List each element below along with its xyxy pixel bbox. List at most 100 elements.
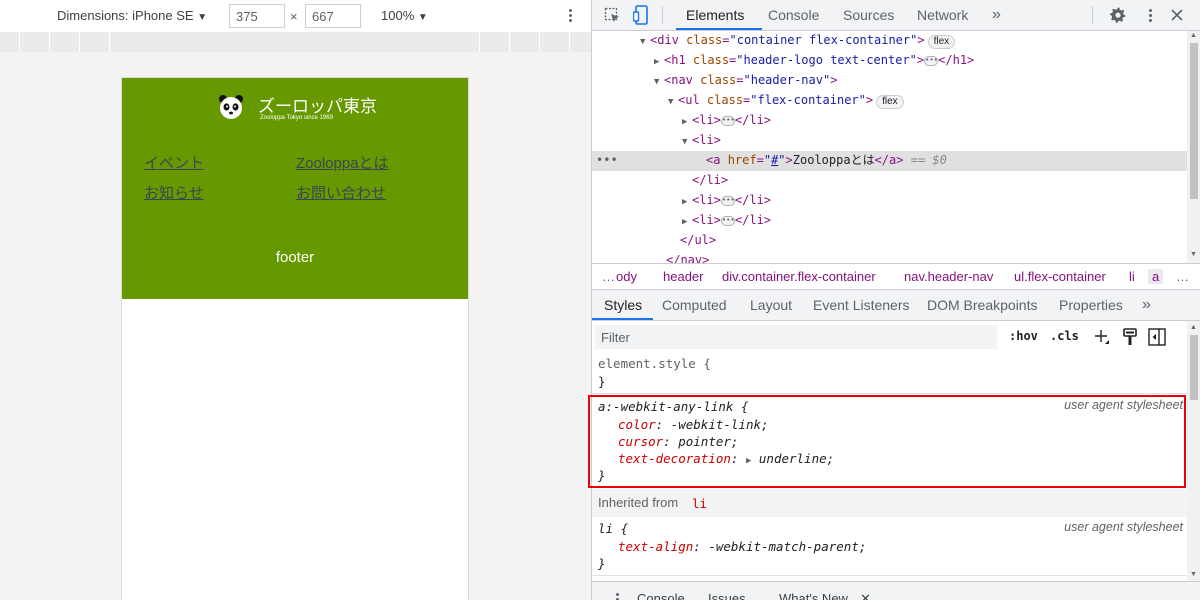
dom-scrollbar[interactable]: ▲ ▼ (1187, 31, 1200, 263)
nav-link-about[interactable]: Zooloppaとは (296, 152, 389, 173)
device-select[interactable]: Dimensions: iPhone SE ▼ (57, 8, 207, 23)
drawer-tab-issues[interactable]: Issues (708, 591, 746, 600)
inherited-tag-link[interactable]: li (692, 496, 707, 511)
nav-link-contact[interactable]: お問い合わせ (296, 182, 386, 203)
dom-node-ul-close[interactable]: </ul> (592, 231, 1187, 251)
breadcrumb-body[interactable]: ody (616, 269, 637, 284)
tab-sources[interactable]: Sources (843, 0, 894, 30)
dom-node-ul[interactable]: ▼ <ul class="flex-container"> flex (592, 91, 1187, 111)
dom-node-div[interactable]: ▼ <div class="container flex-container"> f… (592, 31, 1187, 51)
ruler-segment[interactable] (20, 32, 50, 52)
dom-node-li[interactable]: ▶ <li>•••</li> (592, 191, 1187, 211)
settings-gear-icon[interactable] (1109, 6, 1127, 24)
css-property[interactable]: text-decoration: ▶ underline; (618, 450, 834, 470)
expand-triangle-icon[interactable]: ▶ (682, 213, 692, 231)
rule-selector[interactable]: a:-webkit-any-link { (598, 398, 749, 415)
expand-triangle-icon[interactable]: ▼ (668, 93, 678, 111)
element-style-selector[interactable]: element.style { (598, 355, 711, 372)
tab-layout[interactable]: Layout (750, 290, 792, 320)
scroll-up-icon[interactable]: ▲ (1190, 324, 1197, 331)
expand-triangle-icon[interactable]: ▶ (682, 113, 692, 131)
css-property[interactable]: cursor: pointer; (618, 433, 738, 450)
ruler-segment[interactable] (480, 32, 510, 52)
flex-badge[interactable]: flex (876, 95, 904, 109)
expand-triangle-icon[interactable]: ▶ (746, 456, 751, 466)
tab-computed[interactable]: Computed (662, 290, 727, 320)
close-icon[interactable] (1171, 9, 1183, 21)
expand-triangle-icon[interactable]: ▶ (654, 53, 664, 71)
ruler-segment[interactable] (510, 32, 540, 52)
device-toggle-icon[interactable] (633, 5, 649, 25)
tab-console[interactable]: Console (768, 0, 819, 30)
filter-input[interactable] (595, 325, 997, 349)
ruler-segment[interactable] (80, 32, 110, 52)
media-query-ruler[interactable] (0, 32, 591, 52)
tab-properties[interactable]: Properties (1059, 290, 1123, 320)
node-actions-icon[interactable]: ••• (596, 151, 618, 169)
css-property[interactable]: text-align: -webkit-match-parent; (618, 538, 866, 555)
breadcrumb-more[interactable]: … (602, 269, 615, 284)
more-subtabs-button[interactable]: » (1142, 290, 1151, 320)
css-property[interactable]: color: -webkit-link; (618, 416, 769, 433)
scroll-down-icon[interactable]: ▼ (1190, 251, 1197, 258)
tab-elements[interactable]: Elements (686, 0, 744, 30)
hov-button[interactable]: :hov (1009, 329, 1038, 343)
devtools-menu-icon[interactable] (1143, 7, 1157, 25)
zoom-select[interactable]: 100% ▼ (381, 8, 428, 23)
more-tabs-button[interactable]: » (992, 0, 1001, 30)
flex-badge[interactable]: flex (927, 35, 956, 49)
more-options-icon[interactable] (563, 7, 577, 25)
ruler-segment[interactable] (50, 32, 80, 52)
inspect-element-icon[interactable] (604, 7, 621, 24)
dom-node-nav[interactable]: ▼ <nav class="header-nav"> (592, 71, 1187, 91)
dom-node-li-close[interactable]: </li> (592, 171, 1187, 191)
expand-triangle-icon[interactable]: ▶ (682, 193, 692, 211)
paint-brush-icon[interactable] (1122, 328, 1138, 346)
add-rule-icon[interactable] (1094, 329, 1110, 345)
tab-network[interactable]: Network (917, 0, 968, 30)
nav-link-news[interactable]: お知らせ (144, 182, 204, 203)
breadcrumb-a[interactable]: a (1148, 269, 1164, 284)
breadcrumb-more-right[interactable]: … (1176, 269, 1189, 284)
collapsed-ellipsis-icon[interactable]: ••• (720, 115, 735, 126)
tab-event-listeners[interactable]: Event Listeners (813, 290, 910, 320)
breadcrumb-ul[interactable]: ul.flex-container (1014, 269, 1106, 284)
breadcrumb-li[interactable]: li (1129, 269, 1135, 284)
expand-triangle-icon[interactable]: ▼ (682, 133, 692, 151)
breadcrumb-div[interactable]: div.container.flex-container (722, 269, 876, 284)
ruler-segment[interactable] (0, 32, 20, 52)
collapsed-ellipsis-icon[interactable]: ••• (720, 195, 735, 206)
toggle-sidebar-icon[interactable] (1148, 328, 1166, 346)
nav-link-event[interactable]: イベント (144, 152, 204, 173)
tab-dom-breakpoints[interactable]: DOM Breakpoints (927, 290, 1037, 320)
rule-selector[interactable]: li { (598, 520, 628, 537)
drawer-tab-console[interactable]: Console (637, 591, 685, 600)
dom-node-nav-close[interactable]: </nav> (592, 251, 1187, 263)
scroll-down-icon[interactable]: ▼ (1190, 571, 1197, 578)
dom-node-li[interactable]: ▶ <li>•••</li> (592, 111, 1187, 131)
dom-node-h1[interactable]: ▶ <h1 class="header-logo text-center">•••… (592, 51, 1187, 71)
ruler-segment[interactable] (110, 32, 480, 52)
dom-node-li[interactable]: ▶ <li>•••</li> (592, 211, 1187, 231)
expand-triangle-icon[interactable]: ▼ (654, 73, 664, 91)
drawer-tab-whats-new[interactable]: What's New (779, 591, 848, 600)
breadcrumb-nav[interactable]: nav.header-nav (904, 269, 993, 284)
scroll-thumb[interactable] (1190, 335, 1198, 400)
cls-button[interactable]: .cls (1050, 329, 1079, 343)
dom-node-li[interactable]: ▼ <li> (592, 131, 1187, 151)
collapsed-ellipsis-icon[interactable]: ••• (720, 215, 735, 226)
tab-styles[interactable]: Styles (604, 290, 642, 320)
drawer-menu-icon[interactable] (610, 591, 624, 600)
expand-triangle-icon[interactable]: ▼ (640, 33, 650, 51)
height-input[interactable] (305, 4, 361, 28)
dom-node-a-selected[interactable]: ••• <a href="#">Zooloppaとは</a> == $0 (592, 151, 1187, 171)
site-logo[interactable]: ズーロッパ東京 Zooloppa Tokyo since 1969 (218, 92, 398, 126)
scroll-thumb[interactable] (1190, 43, 1198, 199)
close-icon[interactable]: ✕ (860, 591, 871, 600)
scroll-up-icon[interactable]: ▲ (1190, 32, 1197, 39)
ruler-segment[interactable] (540, 32, 570, 52)
collapsed-ellipsis-icon[interactable]: ••• (924, 55, 939, 66)
width-input[interactable] (229, 4, 285, 28)
breadcrumb-header[interactable]: header (663, 269, 703, 284)
styles-scrollbar[interactable]: ▲ ▼ (1187, 321, 1200, 581)
